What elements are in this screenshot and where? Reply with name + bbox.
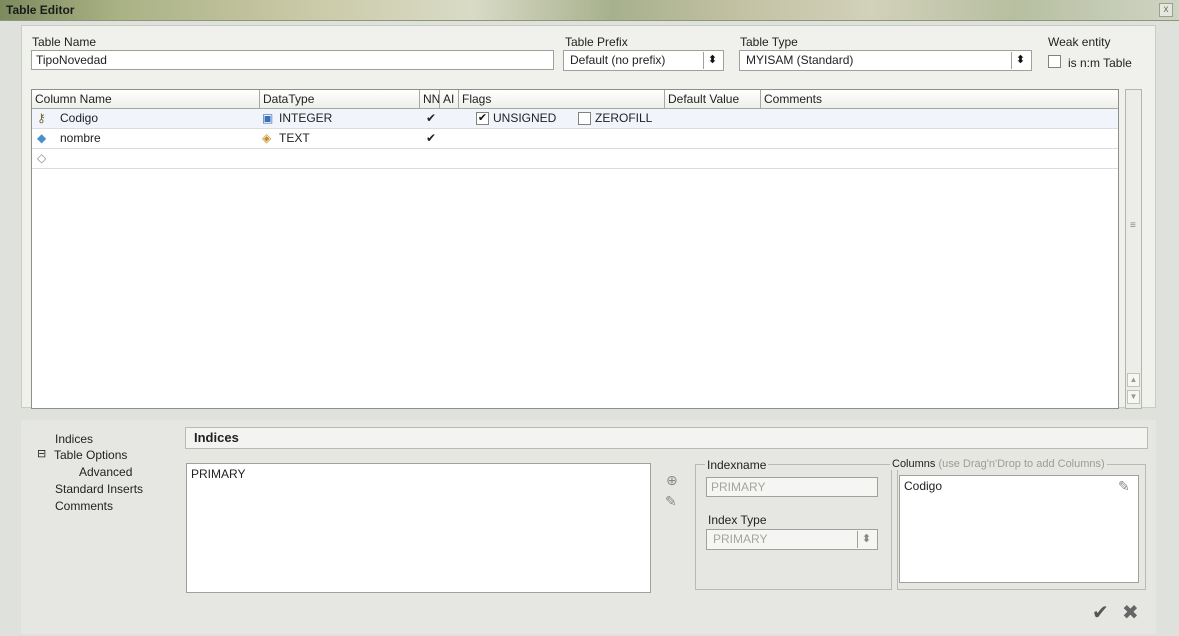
table-prefix-select[interactable]: Default (no prefix) ⬍: [563, 50, 724, 71]
list-item[interactable]: PRIMARY: [191, 467, 646, 481]
index-type-label: Index Type: [708, 513, 767, 527]
nav-item-indices[interactable]: Indices: [55, 432, 93, 446]
columns-label: Columns: [892, 458, 936, 470]
datatype-cell[interactable]: INTEGER: [279, 111, 332, 125]
expand-collapse-icon[interactable]: ⊟: [37, 447, 46, 460]
integer-type-icon: ▣: [262, 111, 274, 125]
weak-entity-label: Weak entity: [1048, 35, 1111, 49]
scroll-up-button[interactable]: ▲: [1127, 373, 1140, 387]
indices-section-header: Indices: [185, 427, 1148, 449]
indices-list: PRIMARY: [186, 463, 651, 593]
table-name-input[interactable]: TipoNovedad: [31, 50, 554, 70]
unsigned-label: UNSIGNED: [493, 111, 557, 125]
column-header-ai[interactable]: AI: [440, 90, 459, 109]
column-header-default-value[interactable]: Default Value: [665, 90, 761, 109]
zerofill-label: ZEROFILL: [595, 111, 653, 125]
scroll-down-button[interactable]: ▼: [1127, 390, 1140, 404]
table-row[interactable]: ⚷ Codigo ▣ INTEGER ✔ ✔ UNSIGNED ZEROFILL: [32, 109, 1118, 129]
key-icon: ⚷: [37, 111, 46, 125]
column-name-cell[interactable]: nombre: [60, 131, 101, 145]
table-type-select[interactable]: MYISAM (Standard) ⬍: [739, 50, 1032, 71]
table-type-value: MYISAM (Standard): [746, 53, 854, 67]
chevron-updown-icon: ⬍: [1011, 52, 1029, 69]
nn-checkmark[interactable]: ✔: [426, 131, 436, 145]
zerofill-checkbox[interactable]: [578, 112, 591, 125]
columns-hint: (use Drag'n'Drop to add Columns): [938, 458, 1105, 470]
window-titlebar: Table Editor x: [0, 0, 1179, 21]
window-title: Table Editor: [6, 3, 75, 17]
indexname-input[interactable]: PRIMARY: [706, 477, 878, 497]
datatype-cell[interactable]: TEXT: [279, 131, 310, 145]
add-index-icon[interactable]: ⊕: [666, 472, 678, 489]
table-row[interactable]: ◆ nombre ◈ TEXT ✔: [32, 129, 1118, 149]
table-prefix-label: Table Prefix: [565, 35, 628, 49]
column-name-cell[interactable]: Codigo: [60, 111, 98, 125]
confirm-check-icon[interactable]: ✔: [1092, 600, 1109, 625]
index-columns-list: Codigo: [899, 475, 1139, 583]
grid-vertical-scrollbar[interactable]: ≡ ▲ ▼: [1125, 89, 1142, 409]
column-header-nn[interactable]: NN: [420, 90, 440, 109]
nn-checkmark[interactable]: ✔: [426, 111, 436, 125]
table-prefix-value: Default (no prefix): [570, 53, 666, 67]
column-header-flags[interactable]: Flags: [459, 90, 665, 109]
grid-header: Column Name DataType NN AI Flags Default…: [32, 90, 1118, 109]
columns-legend: Columns (use Drag'n'Drop to add Columns): [890, 458, 1107, 470]
columns-grid: Column Name DataType NN AI Flags Default…: [31, 89, 1119, 409]
index-type-select[interactable]: PRIMARY ⬍: [706, 529, 878, 550]
column-dot-icon: ◆: [37, 131, 47, 145]
column-header-datatype[interactable]: DataType: [260, 90, 420, 109]
list-item[interactable]: Codigo: [904, 479, 1134, 493]
nav-item-advanced[interactable]: Advanced: [79, 465, 132, 479]
eraser-icon[interactable]: ✎: [665, 493, 677, 510]
chevron-updown-icon: ⬍: [857, 531, 875, 548]
text-type-icon: ◈: [262, 131, 272, 145]
index-type-value: PRIMARY: [713, 532, 768, 546]
close-window-button[interactable]: x: [1159, 3, 1173, 17]
nav-item-standard-inserts[interactable]: Standard Inserts: [55, 482, 143, 496]
chevron-updown-icon: ⬍: [703, 52, 721, 69]
nav-item-comments[interactable]: Comments: [55, 499, 113, 513]
unsigned-checkbox[interactable]: ✔: [476, 112, 489, 125]
table-type-label: Table Type: [740, 35, 798, 49]
nm-table-label: is n:m Table: [1068, 56, 1132, 70]
new-row-diamond-icon: ◇: [37, 151, 47, 165]
column-header-name[interactable]: Column Name: [32, 90, 260, 109]
column-header-comments[interactable]: Comments: [761, 90, 1118, 109]
eraser-icon[interactable]: ✎: [1118, 478, 1130, 495]
nav-item-table-options[interactable]: Table Options: [54, 448, 127, 462]
table-row[interactable]: ◇: [32, 149, 1118, 169]
cancel-x-icon[interactable]: ✖: [1122, 600, 1139, 625]
indexname-label: Indexname: [705, 458, 769, 472]
table-name-label: Table Name: [32, 35, 97, 49]
scrollbar-grip-icon[interactable]: ≡: [1130, 221, 1138, 231]
nm-table-checkbox[interactable]: [1048, 55, 1061, 68]
